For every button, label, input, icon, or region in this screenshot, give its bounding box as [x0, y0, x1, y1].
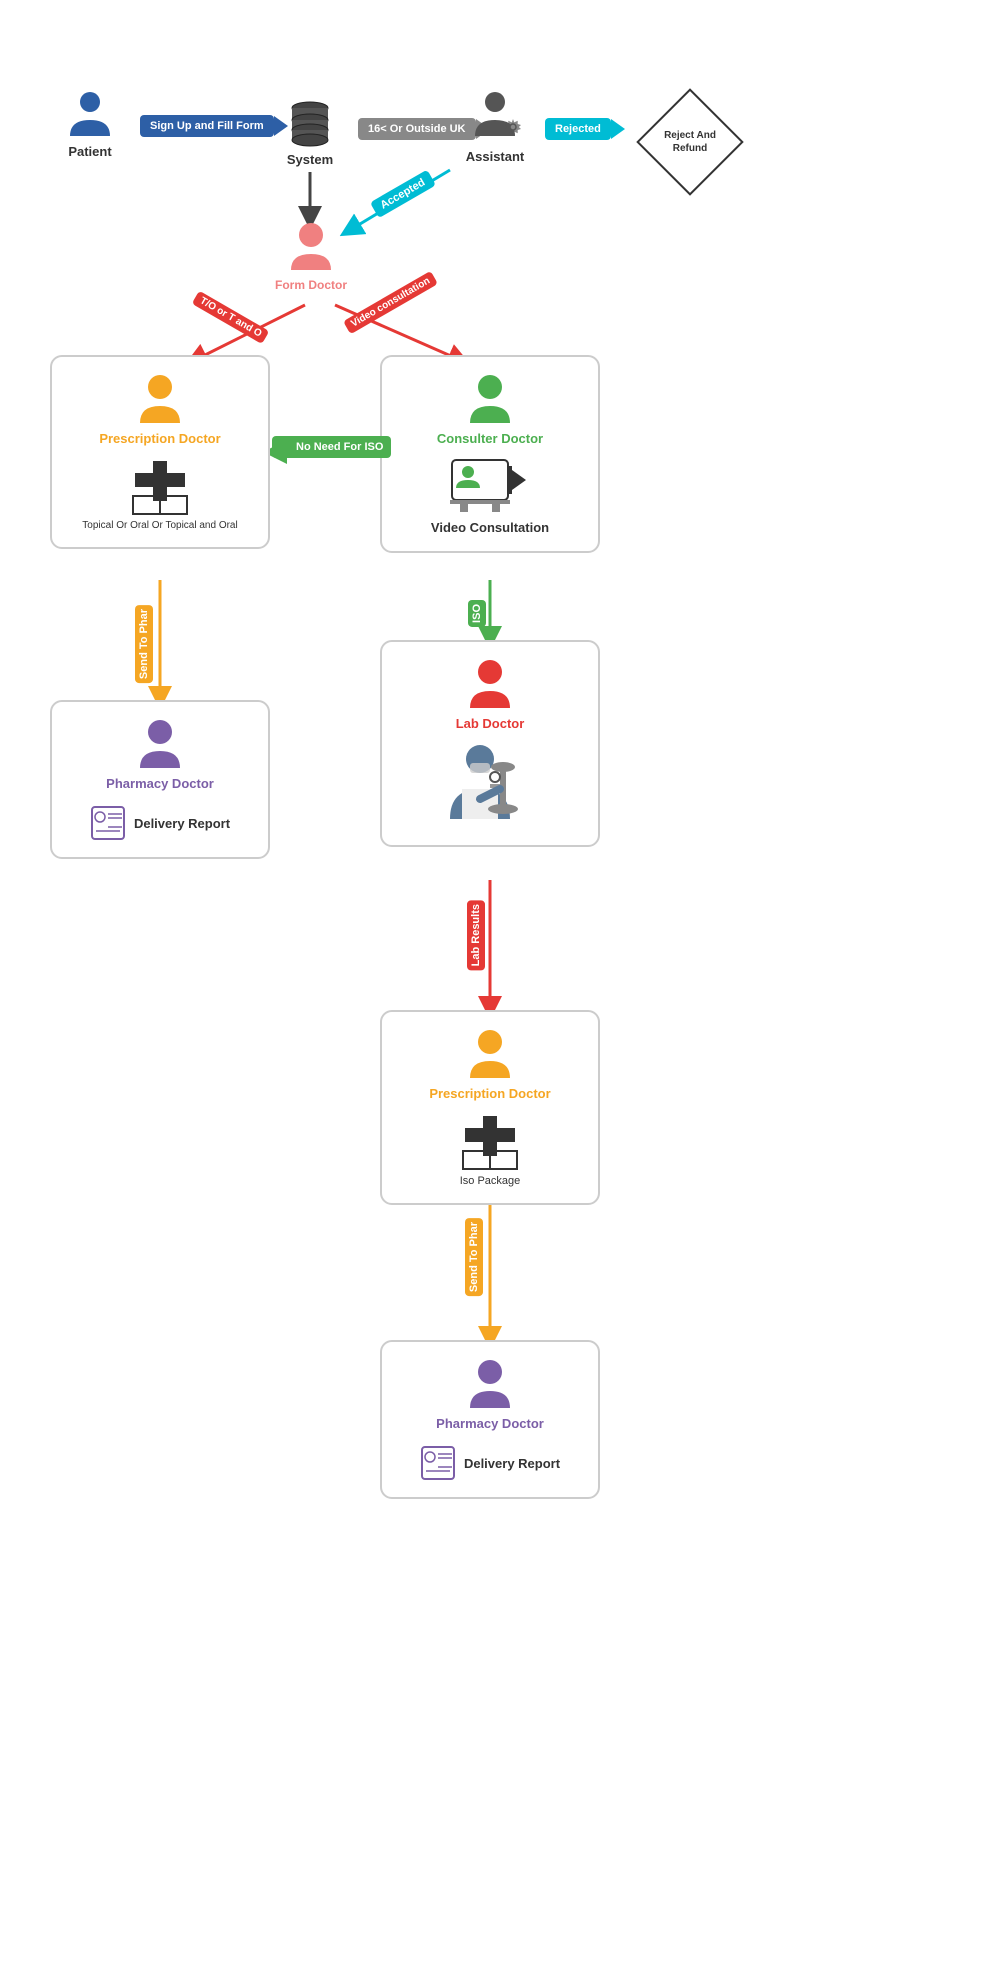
lab-doctor-label: Lab Doctor [456, 716, 525, 731]
delivery-report-label-1: Delivery Report [134, 816, 230, 831]
system-label: System [287, 152, 333, 167]
prescription-rx-icon [125, 456, 195, 516]
form-doctor-node: Form Doctor [266, 222, 356, 292]
consulter-doctor-box: Consulter Doctor Video Consultation [380, 355, 600, 553]
lab-doctor-box: Lab Doctor [380, 640, 600, 847]
reject-label: Reject And Refund [654, 129, 726, 155]
delivery-report-row-2: Delivery Report [420, 1445, 560, 1481]
assistant-icon-wrapper [471, 90, 519, 145]
video-consultation-label: Video Consultation [431, 520, 549, 535]
tio-label: T/O or T and O [192, 291, 270, 345]
video-consult-icon [450, 456, 530, 516]
assistant-label: Assistant [466, 149, 525, 164]
accepted-label: Accepted [370, 170, 436, 218]
prescription-doctor-icon-2 [464, 1028, 516, 1082]
send-to-phar-2-label: Send To Phar [465, 1218, 483, 1296]
prescription-doctor-icon-1 [134, 373, 186, 427]
pharmacy-doctor-box-2: Pharmacy Doctor Delivery Report [380, 1340, 600, 1499]
consulter-doctor-icon [464, 373, 516, 427]
no-need-arrowhead-left [280, 439, 292, 455]
no-need-iso-label: No Need For ISO [272, 436, 391, 458]
rejected-arrow: Rejected [545, 118, 625, 140]
pharmacy-doctor-label-1: Pharmacy Doctor [106, 776, 214, 791]
gear-icon [503, 117, 523, 137]
iso-label: ISO [468, 600, 486, 627]
pharmacy-doctor-icon-1 [134, 718, 186, 772]
rejected-label: Rejected [545, 118, 611, 140]
pharmacy-doctor-label-2: Pharmacy Doctor [436, 1416, 544, 1431]
pharmacy-doctor-icon-2 [464, 1358, 516, 1412]
reject-refund-node: Reject And Refund [640, 92, 740, 192]
signup-label: Sign Up and Fill Form [140, 115, 274, 137]
patient-node: Patient [45, 90, 135, 159]
prescription-rx-icon-2 [455, 1111, 525, 1171]
topical-oral-label: Topical Or Oral Or Topical and Oral [82, 520, 237, 531]
rejected-arrowhead [611, 119, 625, 139]
lab-scientist-icon [430, 739, 550, 829]
iso-package-label: Iso Package [460, 1175, 521, 1187]
delivery-report-label-2: Delivery Report [464, 1456, 560, 1471]
patient-label: Patient [68, 144, 111, 159]
patient-icon [66, 90, 114, 140]
signup-arrow: Sign Up and Fill Form [140, 115, 288, 137]
delivery-report-icon-2 [420, 1445, 456, 1481]
reject-diamond: Reject And Refund [636, 88, 743, 195]
prescription-doctor-box-1: Prescription Doctor Topical Or Oral Or T… [50, 355, 270, 549]
lab-doctor-icon [464, 658, 516, 712]
svg-arrows [0, 0, 1000, 1986]
video-consult-arrow-label: Video consultation [343, 271, 438, 335]
prescription-doctor-box-2: Prescription Doctor Iso Package [380, 1010, 600, 1205]
consulter-doctor-label: Consulter Doctor [437, 431, 543, 446]
delivery-report-row-1: Delivery Report [90, 805, 230, 841]
delivery-report-icon-1 [90, 805, 126, 841]
form-doctor-icon [286, 222, 336, 274]
system-icon [288, 100, 332, 148]
form-doctor-label: Form Doctor [275, 278, 347, 292]
pharmacy-doctor-box-1: Pharmacy Doctor Delivery Report [50, 700, 270, 859]
prescription-doctor-label-2: Prescription Doctor [429, 1086, 550, 1101]
lab-results-label: Lab Results [467, 900, 485, 970]
system-node: System [270, 100, 350, 167]
diagram-container: Patient Sign Up and Fill Form System 16<… [0, 0, 1000, 1986]
prescription-doctor-label-1: Prescription Doctor [99, 431, 220, 446]
assistant-node: Assistant [455, 90, 535, 164]
send-to-phar-1-label: Send To Phar [135, 605, 153, 683]
